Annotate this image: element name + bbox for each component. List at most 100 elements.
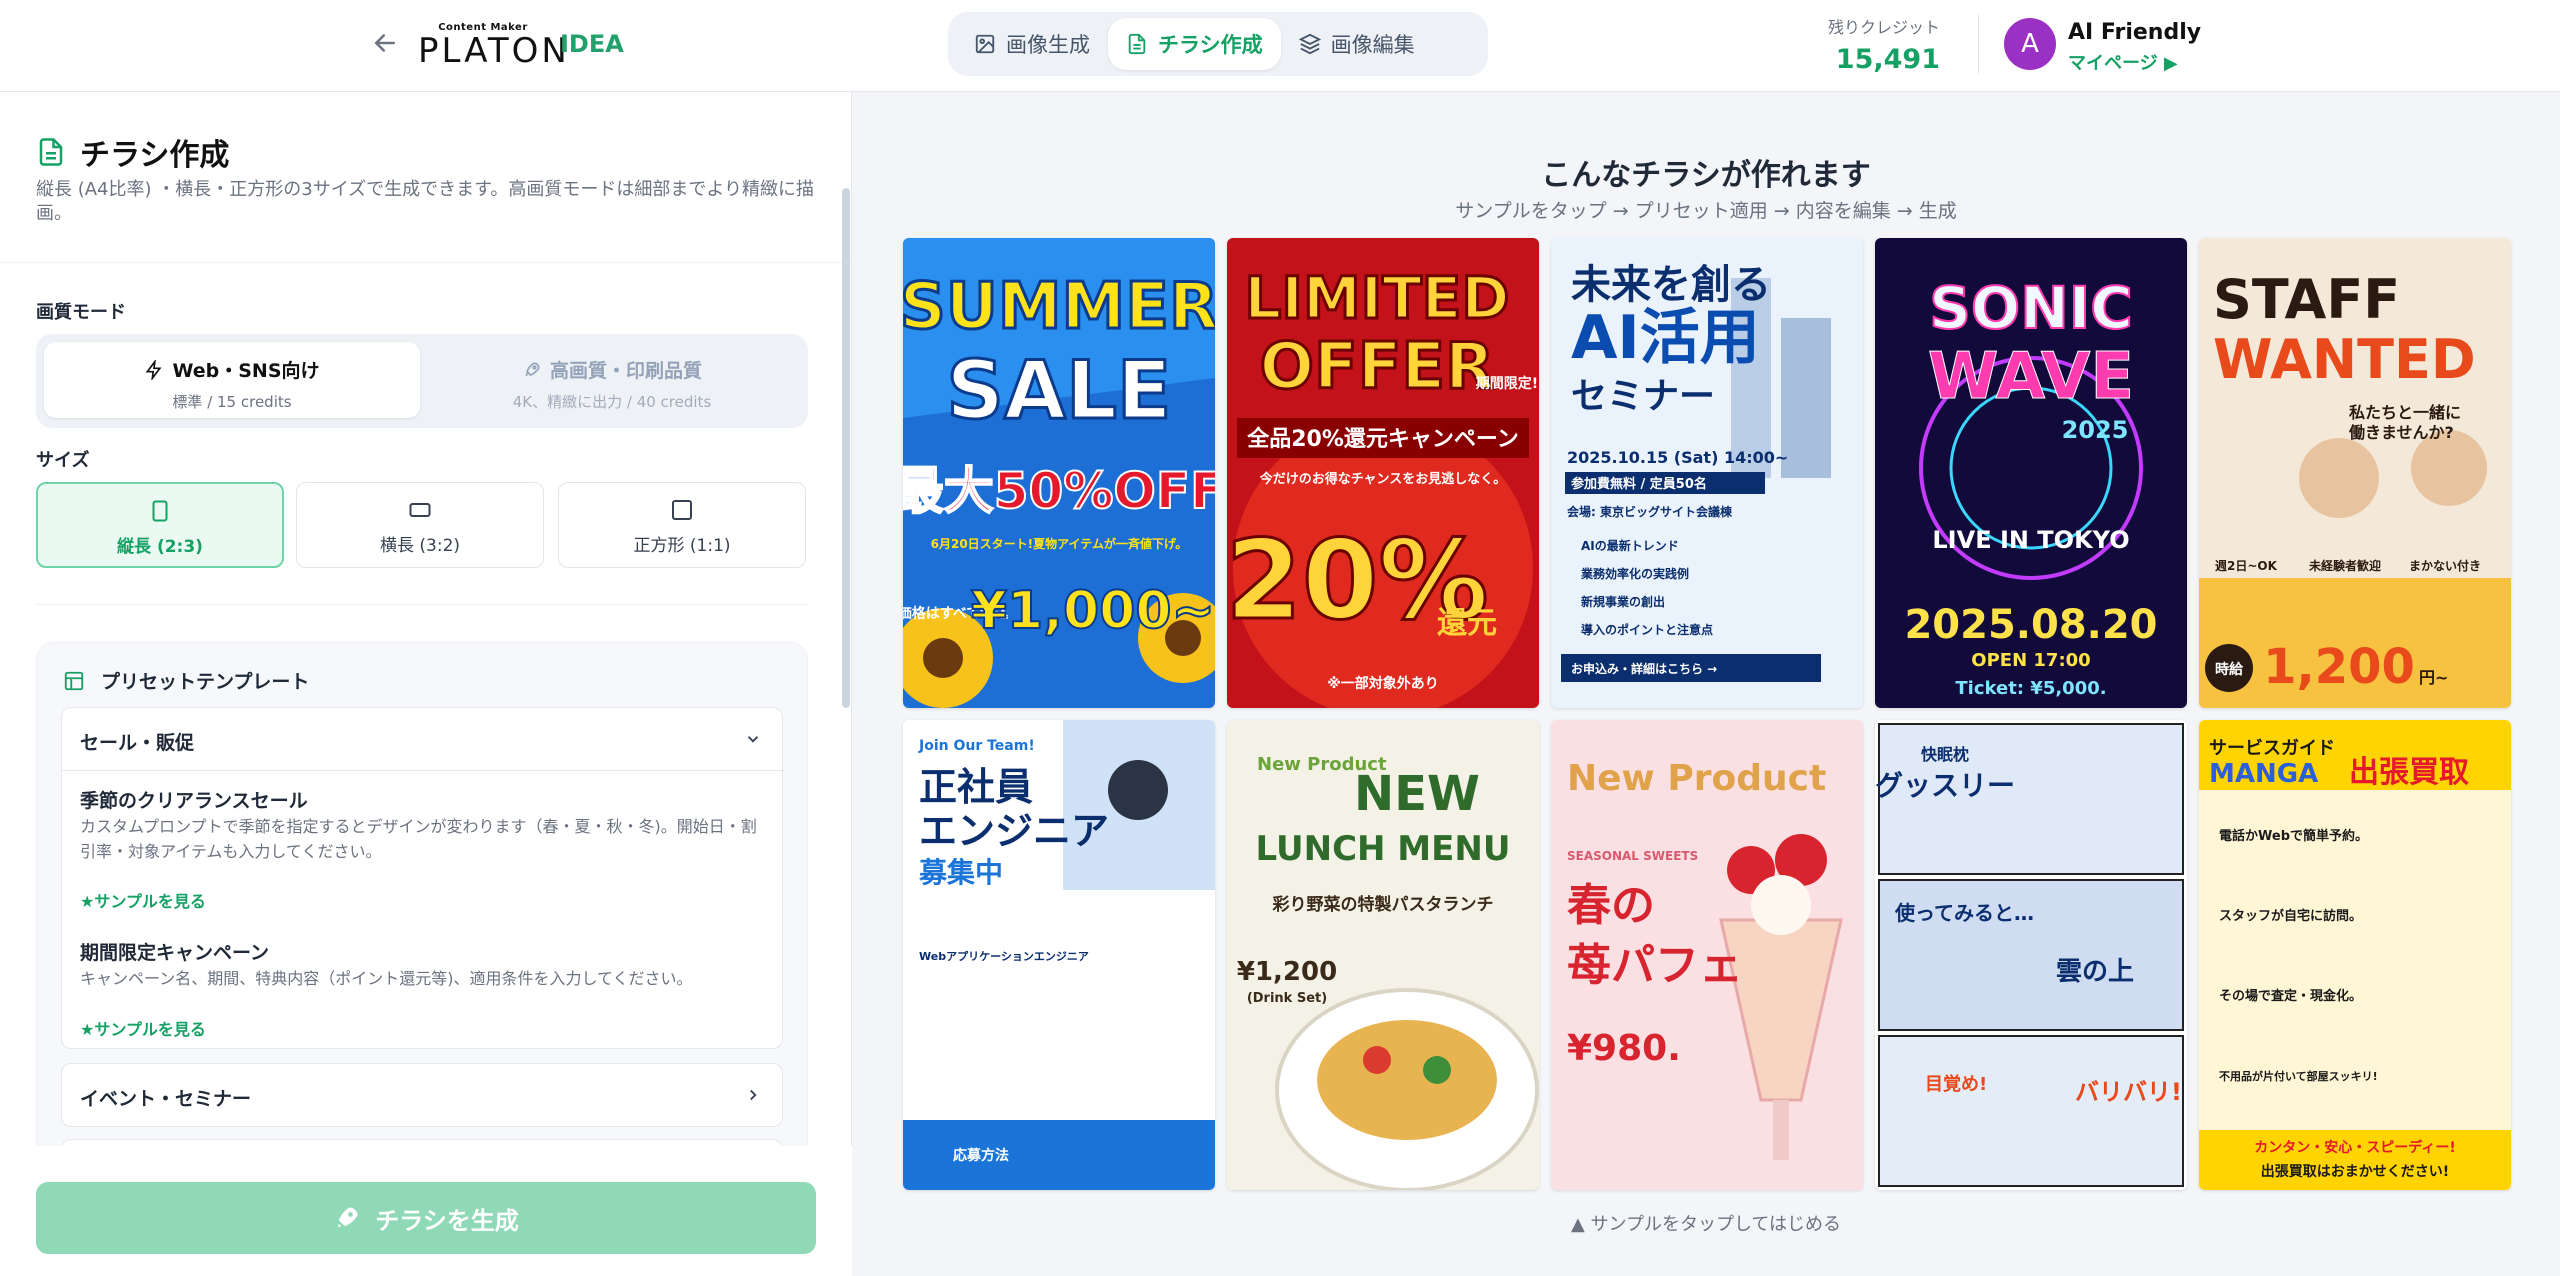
sample-text: (Drink Set) <box>1247 991 1327 1006</box>
quality-label: 画質モード <box>36 302 126 323</box>
sample-lunch-menu[interactable]: New Product NEW LUNCH MENU 彩り野菜の特製パスタランチ… <box>1227 720 1539 1190</box>
sample-text: AIの最新トレンド <box>1581 538 1679 553</box>
sample-text: 1,200 <box>2263 639 2415 695</box>
sample-text: Ticket: ¥5,000. <box>1955 678 2106 699</box>
category-sale-promo: セール・販促 季節のクリアランスセール カスタムプロンプトで季節を指定するとデザ… <box>61 707 784 1049</box>
document-icon <box>39 138 63 166</box>
back-arrow-icon[interactable] <box>370 28 400 58</box>
avatar[interactable]: A <box>2004 18 2056 70</box>
panel-description: 縦長 (A4比率) ・横長・正方形の3サイズで生成できます。高画質モードは細部ま… <box>36 179 815 224</box>
sample-text: 応募方法 <box>953 1147 1009 1164</box>
category-header: イベント・セミナー <box>80 1088 252 1110</box>
sample-text: SUMMER <box>903 270 1215 344</box>
sample-text: 働きませんか? <box>2348 423 2454 442</box>
sample-text: SEASONAL SWEETS <box>1567 849 1698 863</box>
sample-text: LIVE IN TOKYO <box>1932 526 2129 554</box>
sample-text: 使ってみると… <box>1894 901 2034 925</box>
sample-text: 正社員 <box>919 765 1033 809</box>
sample-text: サービスガイド <box>2209 738 2335 759</box>
sample-ai-seminar[interactable]: 未来を創る AI活用 セミナー 2025.10.15 (Sat) 14:00~ … <box>1551 238 1863 708</box>
sample-text: 2025.10.15 (Sat) 14:00~ <box>1567 448 1788 467</box>
sample-text: STAFF <box>2213 268 2400 331</box>
sample-text: 苺パフェ <box>1567 940 1743 991</box>
settings-panel: チラシ作成 縦長 (A4比率) ・横長・正方形の3サイズで生成できます。高画質モ… <box>0 92 852 1276</box>
sample-text: LIMITED <box>1244 264 1509 332</box>
sample-text: その場で査定・現金化。 <box>2219 988 2362 1004</box>
rocket-icon <box>525 361 540 376</box>
sample-engineer-recruit[interactable]: Join Our Team! 正社員 エンジニア 募集中 Webアプリケーション… <box>903 720 1215 1190</box>
sample-text: 出張買取 <box>2349 755 2469 790</box>
square-icon <box>672 500 692 520</box>
sample-text: ¥1,000~ <box>971 581 1215 641</box>
sample-text: 未来を創る <box>1571 262 1771 308</box>
template-title[interactable]: 期間限定キャンペーン <box>80 938 269 965</box>
panel-scrollbar[interactable] <box>842 188 850 708</box>
view-sample-link[interactable]: ★サンプルを見る <box>80 888 206 912</box>
divider <box>36 604 808 605</box>
sample-text: NEW <box>1354 766 1480 822</box>
panel-title: チラシ作成 <box>36 130 229 174</box>
layers-icon <box>1298 33 1321 55</box>
sample-text: New Product <box>1567 758 1826 799</box>
sample-text: 業務効率化の実践例 <box>1580 566 1689 581</box>
sample-text: セミナー <box>1571 376 1715 417</box>
idea-badge: IDEA <box>560 30 624 58</box>
generate-flyer-button[interactable]: チラシを生成 <box>36 1182 816 1254</box>
category-header[interactable]: セール・販促 <box>80 728 194 755</box>
quality-high-print-button[interactable]: 高画質・印刷品質 4K、精緻に出力 / 40 credits <box>424 342 800 418</box>
chevron-right-icon <box>750 1089 757 1101</box>
sample-text: バリバリ! <box>2075 1078 2182 1106</box>
sample-text: 出張買取はおまかせください! <box>2261 1163 2449 1180</box>
sample-text: 春の <box>1567 880 1655 931</box>
view-sample-link[interactable]: ★サンプルを見る <box>80 1016 206 1040</box>
sample-text: WAVE <box>1928 340 2134 414</box>
user-menu[interactable]: AI Friendly マイページ ▶ <box>2068 20 2201 75</box>
credit-balance: 残りクレジット 15,491 <box>1827 18 1940 75</box>
sample-text: 6月20日スタート!夏物アイテムが一斉値下げ。 <box>931 536 1188 551</box>
sample-text: 未経験者歓迎 <box>2308 558 2381 573</box>
tab-image-generation[interactable]: 画像生成 <box>956 18 1108 70</box>
sample-text: ※一部対象外あり <box>1327 675 1439 692</box>
sample-text: 円~ <box>2419 668 2448 687</box>
sample-text: LUNCH MENU <box>1256 829 1511 869</box>
sample-staff-wanted[interactable]: STAFF WANTED 私たちと一緒に 働きませんか? 週2日~OK 未経験者… <box>2199 238 2511 708</box>
mypage-link[interactable]: マイページ ▶ <box>2068 49 2201 75</box>
sample-text: ¥1,200 <box>1237 957 1337 987</box>
sample-text: 週2日~OK <box>2215 558 2278 573</box>
sample-pillow-comic[interactable]: 快眠枕 グッスリー 使ってみると… 雲の上 目覚め! バリバリ! <box>1875 720 2187 1190</box>
sample-text: 最大50%OFF <box>903 462 1215 520</box>
rocket-icon <box>337 1207 358 1228</box>
sample-manga-buyback[interactable]: サービスガイド MANGA 出張買取 電話かWebで簡単予約。 スタッフが自宅に… <box>2199 720 2511 1190</box>
sample-strawberry-parfait[interactable]: New Product SEASONAL SWEETS 春の 苺パフェ ¥980… <box>1551 720 1863 1190</box>
size-label: サイズ <box>36 450 90 471</box>
portrait-icon <box>152 500 168 522</box>
showcase-title: こんなチラシが作れます <box>1541 158 1871 193</box>
category-event-seminar[interactable]: イベント・セミナー <box>61 1063 783 1127</box>
tab-flyer-creation[interactable]: チラシ作成 <box>1108 18 1281 70</box>
sample-summer-sale[interactable]: SUMMER SALE 最大50%OFF 6月20日スタート!夏物アイテムが一斉… <box>903 238 1215 708</box>
tap-hint: ▲ サンプルをタップしてはじめる <box>1570 1214 1842 1235</box>
landscape-icon <box>409 503 431 517</box>
sample-text: AI活用 <box>1571 303 1760 373</box>
sample-sonic-wave[interactable]: SONIC WAVE 2025 LIVE IN TOKYO 2025.08.20… <box>1875 238 2187 708</box>
sample-text: OPEN 17:00 <box>1971 650 2090 671</box>
platon-logo[interactable]: Content Maker PLATON IDEA <box>418 22 624 69</box>
sample-text: スタッフが自宅に訪問。 <box>2219 908 2362 924</box>
sample-text: まかない付き <box>2409 558 2481 573</box>
sample-text: 新規事業の創出 <box>1581 594 1665 609</box>
sample-text: 今だけのお得なチャンスをお見逃しなく。 <box>1259 471 1507 487</box>
sample-text: エンジニア <box>919 809 1109 853</box>
size-square-button[interactable]: 正方形 (1:1) <box>558 482 806 568</box>
sample-text: 2025.08.20 <box>1904 602 2157 648</box>
divider <box>62 770 784 771</box>
size-landscape-button[interactable]: 横長 (3:2) <box>296 482 544 568</box>
sample-text: 会場: 東京ビッグサイト会議棟 <box>1567 504 1733 519</box>
sample-text: ¥980. <box>1567 1028 1681 1069</box>
template-title[interactable]: 季節のクリアランスセール <box>80 786 308 813</box>
quality-web-sns-button[interactable]: Web・SNS向け 標準 / 15 credits <box>44 342 420 418</box>
size-portrait-button[interactable]: 縦長 (2:3) <box>36 482 284 568</box>
chevron-down-icon[interactable] <box>744 730 762 748</box>
tab-image-edit[interactable]: 画像編集 <box>1281 18 1433 70</box>
sample-limited-offer[interactable]: LIMITED OFFER 期間限定! 全品20%還元キャンペーン 今だけのお得… <box>1227 238 1539 708</box>
showcase-subtitle: サンプルをタップ → プリセット適用 → 内容を編集 → 生成 <box>1455 200 1957 222</box>
